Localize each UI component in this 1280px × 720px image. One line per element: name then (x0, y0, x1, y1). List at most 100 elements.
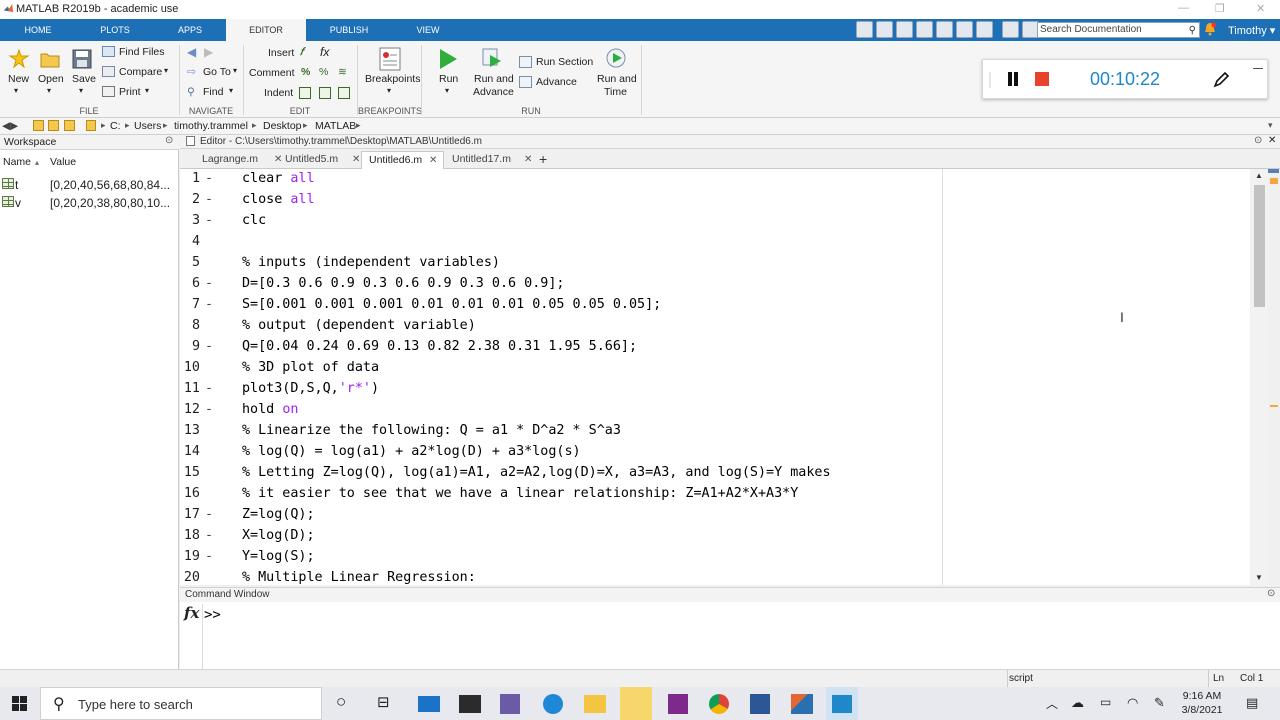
advance-button[interactable]: Advance (536, 76, 577, 88)
run-and-advance-label-2[interactable]: Advance (473, 86, 514, 98)
analyzer-status-indicator[interactable] (1268, 169, 1279, 173)
redo-quick-icon[interactable] (956, 21, 973, 38)
search-icon[interactable]: ⚲ (1189, 24, 1196, 38)
code-line[interactable]: 19- Y=log(S); (180, 547, 1180, 568)
restore-icon[interactable]: ❐ (1215, 2, 1225, 15)
code-line[interactable]: 2- close all (180, 190, 1180, 211)
new-button[interactable]: New (8, 73, 29, 85)
print-button[interactable]: Print (119, 86, 141, 98)
smart-indent-icon[interactable] (299, 87, 311, 99)
new-dropdown-icon[interactable]: ▾ (14, 86, 18, 95)
compare-icon[interactable] (102, 66, 115, 77)
search-folder-icon[interactable] (64, 120, 75, 131)
breakpoints-icon[interactable] (379, 47, 401, 71)
run-and-time-icon[interactable] (605, 47, 627, 69)
word-icon[interactable] (750, 694, 770, 714)
onedrive-icon[interactable]: ☁ (1071, 695, 1084, 711)
store-icon[interactable] (459, 695, 481, 713)
path-segment[interactable]: MATLAB (315, 120, 356, 132)
run-dropdown-icon[interactable]: ▾ (445, 86, 449, 95)
run-button[interactable]: Run (439, 73, 458, 85)
path-segment[interactable]: Users (134, 120, 161, 132)
run-play-icon[interactable] (438, 48, 458, 70)
editor-tab[interactable]: Lagrange.m ✕ (202, 151, 288, 169)
function-browser-icon[interactable]: fx (184, 604, 203, 669)
code-line[interactable]: 12- hold on (180, 400, 1180, 421)
open-button[interactable]: Open (38, 73, 64, 85)
tab-editor[interactable]: EDITOR (226, 19, 306, 41)
code-line[interactable]: 11- plot3(D,S,Q,'r*') (180, 379, 1180, 400)
go-to-button[interactable]: Go To (203, 66, 231, 78)
cortana-icon[interactable]: ○ (336, 692, 358, 714)
file-explorer-icon[interactable] (584, 695, 606, 713)
analyzer-warning-marker[interactable] (1270, 178, 1278, 184)
go-to-icon[interactable]: ⇨ (187, 66, 196, 78)
path-segment[interactable]: timothy.trammel (174, 120, 248, 132)
compare-button[interactable]: Compare (119, 66, 162, 78)
task-view-icon[interactable]: ⊟ (377, 693, 399, 715)
save-disk-icon[interactable] (72, 49, 92, 69)
back-folder-icon[interactable]: ◀▶ (2, 120, 18, 132)
path-segment[interactable]: C: (110, 120, 121, 132)
save-button[interactable]: Save (72, 73, 96, 85)
paste-quick-icon[interactable] (916, 21, 933, 38)
workspace-variable-row[interactable]: t [0,20,40,56,68,80,84... (0, 176, 179, 194)
new-file-icon[interactable] (8, 48, 30, 70)
visual-studio-icon[interactable] (500, 694, 520, 714)
advance-icon[interactable] (519, 76, 532, 88)
indent-button[interactable]: Indent (264, 87, 293, 99)
code-editor[interactable]: 1- clear all 2- close all 3- clc 4 5% input… (180, 169, 1250, 585)
windows-start-icon[interactable] (12, 696, 27, 711)
tab-publish[interactable]: PUBLISH (306, 19, 392, 41)
stop-record-icon[interactable] (1035, 72, 1049, 86)
code-line[interactable]: 15 % Letting Z=log(Q), log(a1)=A1, a2=A2,… (180, 463, 1180, 484)
code-line[interactable]: 4 (180, 232, 1180, 253)
breakpoints-dropdown-icon[interactable]: ▾ (387, 86, 391, 95)
print-dropdown-icon[interactable]: ▾ (145, 86, 149, 95)
find-icon[interactable]: ⚲ (187, 86, 195, 98)
path-segment[interactable]: Desktop (263, 120, 302, 132)
insert-button[interactable]: Insert (268, 47, 294, 59)
code-line[interactable]: 20 % Multiple Linear Regression: (180, 568, 1180, 585)
save-dropdown-icon[interactable]: ▾ (79, 86, 83, 95)
close-window-icon[interactable]: ✕ (1256, 2, 1265, 15)
user-menu[interactable]: Timothy ▾ (1228, 24, 1275, 37)
editor-close-icon[interactable]: ✕ (1268, 135, 1276, 146)
workspace-actions-icon[interactable]: ⊙ (165, 135, 173, 146)
run-and-time-label-2[interactable]: Time (604, 86, 627, 98)
pen-workspace-icon[interactable]: ✎ (1154, 695, 1165, 711)
code-line[interactable]: 18- X=log(D); (180, 526, 1180, 547)
run-and-advance-label-1[interactable]: Run and (474, 73, 514, 85)
scrollbar-thumb[interactable] (1254, 185, 1265, 307)
insert-function-icon[interactable]: 𝑓 (300, 46, 303, 59)
code-line[interactable]: 14 % log(Q) = log(a1) + a2*log(D) + a3*lo… (180, 442, 1180, 463)
run-section-button[interactable]: Run Section (536, 56, 593, 68)
edge-browser-icon[interactable] (543, 694, 563, 714)
open-folder-icon[interactable] (40, 50, 60, 68)
undo-quick-icon[interactable] (936, 21, 953, 38)
tab-home[interactable]: HOME (0, 19, 76, 41)
run-and-time-label-1[interactable]: Run and (597, 73, 637, 85)
editor-tab[interactable]: Untitled5.m ✕ (285, 151, 371, 169)
minimize-icon[interactable]: — (1178, 2, 1189, 14)
code-line[interactable]: 7- S=[0.001 0.001 0.001 0.01 0.01 0.01 0.… (180, 295, 1180, 316)
comment-button[interactable]: Comment (249, 67, 295, 79)
fx-icon[interactable]: fx (320, 45, 329, 59)
workspace-variable-row[interactable]: v [0,20,20,38,80,80,10... (0, 194, 179, 212)
open-dropdown-icon[interactable]: ▾ (47, 86, 51, 95)
help-icon[interactable] (1002, 21, 1019, 38)
up-folder-icon[interactable] (33, 120, 44, 131)
cut-quick-icon[interactable] (876, 21, 893, 38)
editor-tab[interactable]: Untitled17.m ✕ (452, 151, 544, 169)
chrome-icon[interactable] (709, 694, 729, 714)
sort-arrow-icon[interactable]: ▴ (35, 158, 39, 167)
increase-indent-icon[interactable] (319, 87, 331, 99)
scroll-up-icon[interactable]: ▲ (1255, 171, 1263, 180)
run-and-advance-icon[interactable] (481, 47, 503, 69)
switch-windows-icon[interactable] (976, 21, 993, 38)
close-tab-icon[interactable]: ✕ (524, 151, 532, 168)
wifi-icon[interactable]: ◠ (1127, 695, 1138, 711)
code-line[interactable]: 16 % it easier to see that we have a line… (180, 484, 1180, 505)
command-window-actions-icon[interactable]: ⊙ (1267, 588, 1275, 599)
editor-vertical-scrollbar[interactable]: ▲ ▼ (1251, 169, 1268, 585)
